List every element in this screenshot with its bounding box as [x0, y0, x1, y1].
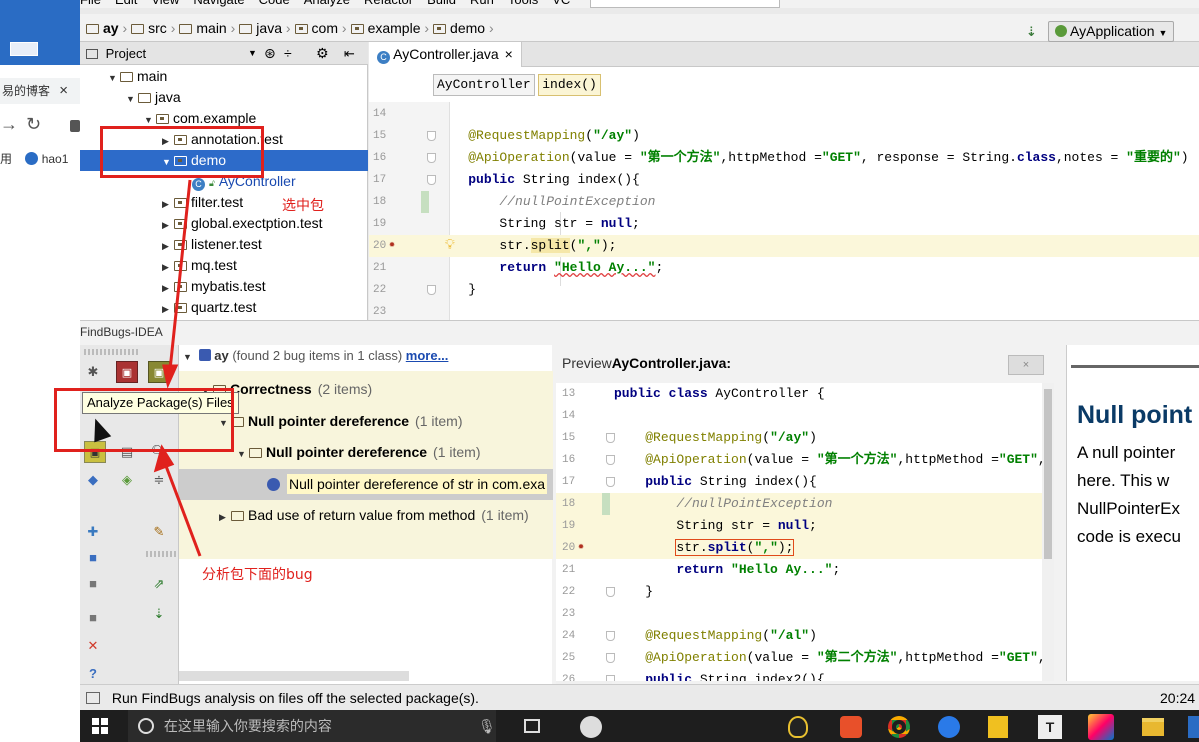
app-icon-blue[interactable]: [938, 716, 960, 738]
annotation-arrows: [153, 179, 202, 557]
file-explorer-icon[interactable]: [1142, 718, 1164, 736]
microphone-icon[interactable]: 🎙︎: [478, 710, 496, 742]
arrow-select-package: [162, 179, 192, 389]
app-icon-last[interactable]: [1188, 716, 1199, 738]
typora-icon[interactable]: T: [1038, 715, 1062, 739]
chrome-icon[interactable]: [888, 716, 910, 738]
taskbar: 在这里输入你要搜索的内容 🎙︎ T: [80, 710, 1199, 742]
sticky-notes-icon[interactable]: [988, 716, 1008, 738]
qq-icon[interactable]: [788, 716, 808, 738]
cortana-icon: [138, 718, 154, 734]
task-view-icon[interactable]: [524, 719, 540, 733]
taskbar-search-placeholder: 在这里输入你要搜索的内容: [163, 718, 332, 734]
app-icon-pinwheel[interactable]: [580, 716, 602, 738]
taskbar-search[interactable]: 在这里输入你要搜索的内容 🎙︎: [128, 710, 496, 742]
app-icon-orange[interactable]: [840, 716, 862, 738]
windows-start-icon[interactable]: [92, 718, 108, 734]
arrow-analyze-bugs: [153, 444, 202, 557]
intellij-icon[interactable]: [1088, 714, 1114, 740]
